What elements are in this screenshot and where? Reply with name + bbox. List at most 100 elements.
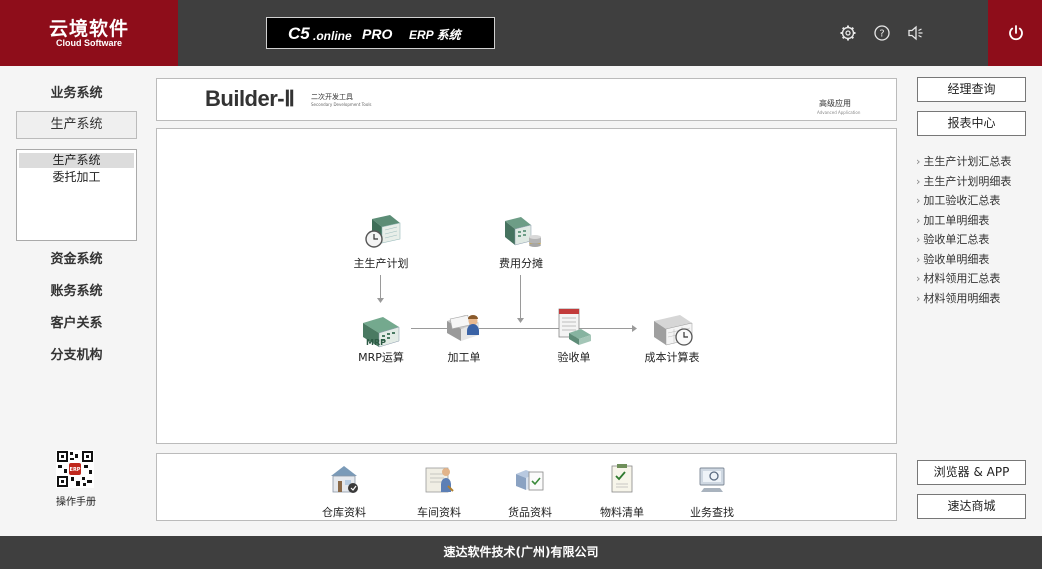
report-center-button[interactable]: 报表中心 [917, 111, 1026, 136]
report-link-label: 加工验收汇总表 [923, 194, 1001, 207]
report-link-label: 材料领用汇总表 [923, 272, 1001, 285]
product-title: C5 .online PRO ERP 系统 [266, 17, 495, 49]
tool-label-search: 业务查找 [690, 506, 734, 519]
report-link[interactable]: › 验收单明细表 [916, 251, 1040, 267]
warehouse-icon [331, 466, 358, 493]
tool-workshop-data[interactable]: 车间资料 [399, 462, 479, 519]
submenu-production-system[interactable]: 生产系统 [19, 153, 134, 168]
report-link[interactable]: › 加工验收汇总表 [916, 192, 1040, 208]
arrowhead-cost-to-line [517, 318, 524, 323]
chevron-right-icon: › [916, 175, 921, 188]
report-link-label: 加工单明细表 [923, 214, 990, 227]
flow-label-cost-allocation: 费用分摊 [499, 257, 543, 270]
gear-icon[interactable] [839, 24, 857, 42]
brand-logo: 云境软件 Cloud Software [0, 0, 178, 66]
flow-cost-allocation[interactable]: 费用分摊 [485, 213, 557, 270]
nav-production-system[interactable]: 生产系统 [16, 111, 137, 139]
nav-customer-relations[interactable]: 客户关系 [16, 310, 137, 338]
nav-business-system[interactable]: 业务系统 [16, 80, 137, 108]
chevron-right-icon: › [916, 214, 921, 227]
chevron-right-icon: › [916, 155, 921, 168]
manager-query-button[interactable]: 经理查询 [917, 77, 1026, 102]
builder-subtitle-en: Secondary Development Tools [311, 102, 372, 107]
search-monitor-icon [699, 467, 725, 492]
flow-label-master-plan: 主生产计划 [353, 257, 409, 270]
power-button[interactable] [988, 0, 1042, 66]
speaker-icon[interactable] [907, 24, 925, 42]
calendar-clock-icon [365, 215, 401, 248]
production-submenu: 生产系统 委托加工 [16, 149, 137, 241]
chevron-right-icon: › [916, 253, 921, 266]
report-link-label: 验收单汇总表 [923, 233, 990, 246]
product-erp: ERP 系统 [409, 28, 461, 42]
goods-icon [516, 470, 544, 491]
svg-text:ERP: ERP [70, 467, 81, 473]
report-link[interactable]: › 材料领用汇总表 [916, 270, 1040, 286]
chevron-right-icon: › [916, 292, 921, 305]
help-icon[interactable]: ? [873, 24, 891, 42]
quick-tools-bar: 仓库资料 车间资料 货品资料 物料清单 业务查找 [156, 453, 897, 521]
svg-text:MRP: MRP [366, 338, 386, 347]
header-bar: 云境软件 Cloud Software C5 .online PRO ERP 系… [0, 0, 1042, 66]
product-pro: PRO [362, 26, 393, 42]
report-link-label: 主生产计划汇总表 [923, 155, 1012, 168]
footer-company: 速达软件技术(广州)有限公司 [0, 536, 1042, 569]
advanced-app-cn: 高级应用 [819, 99, 851, 108]
tool-label-warehouse: 仓库资料 [322, 506, 366, 519]
chevron-right-icon: › [916, 194, 921, 207]
arrowhead-plan-to-mrp [377, 298, 384, 303]
chevron-right-icon: › [916, 233, 921, 246]
flow-label-acceptance: 验收单 [557, 351, 591, 364]
power-icon [1009, 25, 1023, 41]
processing-worker-icon [447, 314, 479, 341]
builder-subtitle-cn: 二次开发工具 [311, 93, 353, 101]
product-online: .online [313, 29, 352, 43]
browser-app-button[interactable]: 浏览器 & APP [917, 460, 1026, 485]
tool-warehouse-data[interactable]: 仓库资料 [304, 462, 384, 519]
tool-bill-of-materials[interactable]: 物料清单 [582, 462, 662, 519]
report-link[interactable]: › 加工单明细表 [916, 212, 1040, 228]
workshop-icon [425, 467, 454, 493]
user-manual-link[interactable]: 操作手册 [40, 493, 112, 508]
flow-acceptance-form[interactable]: 验收单 [539, 307, 609, 367]
report-link-label: 验收单明细表 [923, 253, 990, 266]
tool-label-materials: 物料清单 [600, 506, 644, 519]
acceptance-box-icon [558, 308, 591, 345]
flow-processing-order[interactable]: 加工单 [429, 307, 499, 367]
logo-subtitle: Cloud Software [55, 38, 122, 48]
flow-cost-calculation-sheet[interactable]: 成本计算表 [635, 311, 709, 367]
svg-text:?: ? [879, 29, 884, 40]
nav-accounting-system[interactable]: 账务系统 [16, 278, 137, 306]
material-list-icon [611, 464, 633, 493]
flow-master-production-plan[interactable]: 主生产计划 [345, 213, 417, 270]
chevron-right-icon: › [916, 272, 921, 285]
arrow-cost-to-line [520, 275, 521, 321]
tool-label-goods: 货品资料 [508, 506, 552, 519]
report-link[interactable]: › 主生产计划明细表 [916, 173, 1040, 189]
builder-banner[interactable]: Builder-Ⅱ 二次开发工具 Secondary Development T… [156, 78, 897, 121]
report-link[interactable]: › 验收单汇总表 [916, 231, 1040, 247]
builder-title: Builder-Ⅱ [205, 86, 295, 111]
production-flow-panel: 主生产计划 费用分摊 MRP MRP运算 加工单 验收单 成本计算表 [156, 128, 897, 444]
advanced-app-en: Advanced Application [817, 110, 861, 115]
flow-label-costing: 成本计算表 [644, 351, 700, 364]
submenu-outsourcing[interactable]: 委托加工 [19, 170, 134, 185]
flow-mrp-calculation[interactable]: MRP MRP运算 [347, 311, 415, 367]
flow-label-processing: 加工单 [447, 351, 481, 364]
nav-branch-offices[interactable]: 分支机构 [16, 342, 137, 370]
cost-sheet-clock-icon [654, 315, 693, 346]
mall-button[interactable]: 速达商城 [917, 494, 1026, 519]
report-link[interactable]: › 主生产计划汇总表 [916, 153, 1040, 169]
mrp-calculator-icon: MRP [363, 317, 400, 348]
qr-code-icon[interactable]: ERP [56, 450, 94, 488]
flow-label-mrp: MRP运算 [358, 351, 404, 364]
report-link-label: 材料领用明细表 [923, 292, 1001, 305]
report-link-label: 主生产计划明细表 [923, 175, 1012, 188]
report-link[interactable]: › 材料领用明细表 [916, 290, 1040, 306]
tool-goods-data[interactable]: 货品资料 [490, 462, 570, 519]
product-c5: C5 [288, 24, 310, 43]
tool-business-search[interactable]: 业务查找 [672, 462, 752, 519]
tool-label-workshop: 车间资料 [417, 506, 461, 519]
logo-title: 云境软件 [48, 18, 129, 40]
nav-fund-system[interactable]: 资金系统 [16, 246, 137, 274]
